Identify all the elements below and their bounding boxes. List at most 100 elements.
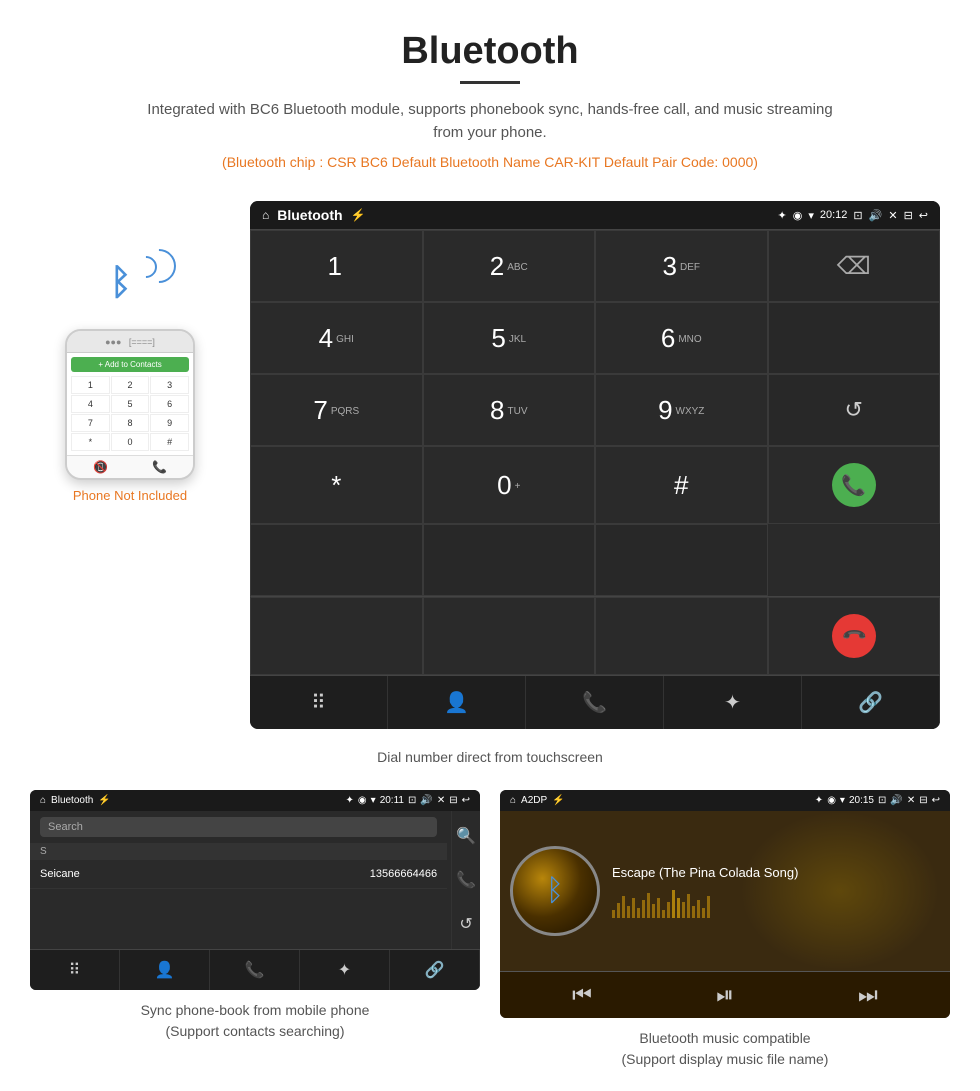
music-play-btn[interactable]: ⏯ <box>716 982 734 1008</box>
close-icon: ✕ <box>888 209 897 222</box>
home-icon: ⌂ <box>262 208 269 222</box>
music-info: Escape (The Pina Colada Song) <box>612 865 940 918</box>
music-caption-line2: (Support display music file name) <box>622 1051 829 1067</box>
bt-status-icon: ✦ <box>778 209 787 222</box>
dial-key-5[interactable]: 5JKL <box>423 302 596 374</box>
bar13 <box>672 890 675 918</box>
dial-key-6[interactable]: 6MNO <box>595 302 768 374</box>
pb-refresh-side-icon[interactable]: ↺ <box>459 914 472 934</box>
dialpad-screen: ⌂ Bluetooth ⚡ ✦ ◉ ▾ 20:12 ⊡ 🔊 ✕ ⊟ ↩ 1 <box>250 201 940 729</box>
dial-row5-empty1 <box>250 524 423 596</box>
phone-bottom-bar: 📵 📞 <box>67 455 193 478</box>
phone-add-contact: + Add to Contacts <box>71 357 189 372</box>
pb-search-side-icon[interactable]: 🔍 <box>456 826 476 846</box>
pb-bottom-bar: ⠿ 👤 📞 ✦ 🔗 <box>30 949 480 990</box>
location-icon: ◉ <box>793 209 803 222</box>
bt-connect-icon-btn[interactable]: ✦ <box>664 676 802 729</box>
pb-grid-icon[interactable]: ⠿ <box>30 950 120 990</box>
status-left: ⌂ Bluetooth ⚡ <box>262 207 366 223</box>
dial-key-2[interactable]: 2ABC <box>423 230 596 302</box>
phone-top-bar: ●●● [====] <box>67 331 193 353</box>
phone-call-icon: 📞 <box>152 460 167 474</box>
music-cam-icon: ⊡ <box>878 795 886 806</box>
phone-key-8: 8 <box>111 414 150 432</box>
dial-key-1[interactable]: 1 <box>250 230 423 302</box>
phone-key-1: 1 <box>71 376 110 394</box>
pb-vol-icon: 🔊 <box>420 795 432 806</box>
signal-arc-2 <box>135 242 183 290</box>
main-section: ᛒ ●●● [====] + Add to Contacts 1 2 3 4 5… <box>0 191 980 739</box>
pb-call-side-icon[interactable]: 📞 <box>456 870 476 890</box>
bar8 <box>647 893 650 918</box>
call-end-row: 📞 <box>250 596 940 675</box>
music-back-icon: ↩ <box>932 795 940 806</box>
dial-key-3[interactable]: 3DEF <box>595 230 768 302</box>
music-bt-icon: ✦ <box>815 795 823 806</box>
pb-window-icon: ⊟ <box>449 795 457 806</box>
pb-main-area: Search S Seicane 13566664466 🔍 📞 ↺ <box>30 811 480 949</box>
dial-key-empty-2 <box>768 302 941 374</box>
dial-key-star[interactable]: * <box>250 446 423 524</box>
pb-title: Bluetooth <box>51 795 93 806</box>
bar4 <box>627 906 630 918</box>
bar5 <box>632 898 635 918</box>
pb-phone-icon[interactable]: 📞 <box>210 950 300 990</box>
header-description: Integrated with BC6 Bluetooth module, su… <box>140 99 840 144</box>
call-green-button[interactable]: 📞 <box>832 463 876 507</box>
pb-status-right: ✦ ◉ ▾ 20:11 ⊡ 🔊 ✕ ⊟ ↩ <box>346 795 470 806</box>
dial-key-4[interactable]: 4GHI <box>250 302 423 374</box>
music-usb-icon: ⚡ <box>552 795 564 806</box>
bar15 <box>682 902 685 918</box>
phone-end-icon: 📵 <box>93 460 108 474</box>
dialpad-icon-btn[interactable]: ⠿ <box>250 676 388 729</box>
music-prev-btn[interactable]: ⏮ <box>572 982 592 1008</box>
pb-contact-row-seicane[interactable]: Seicane 13566664466 <box>30 860 447 889</box>
dial-key-0[interactable]: 0+ <box>423 446 596 524</box>
bar11 <box>662 910 665 918</box>
hang-up-button[interactable]: 📞 <box>823 605 885 667</box>
calls-icon-btn[interactable]: 📞 <box>526 676 664 729</box>
bar16 <box>687 894 690 918</box>
phone-screen: + Add to Contacts 1 2 3 4 5 6 7 8 9 * 0 … <box>67 353 193 455</box>
music-location-icon: ◉ <box>827 795 836 806</box>
pb-search-field[interactable]: Search <box>40 817 437 837</box>
tech-info: (Bluetooth chip : CSR BC6 Default Blueto… <box>140 152 840 173</box>
end-row-empty1 <box>250 597 423 675</box>
back-icon: ↩ <box>919 209 928 222</box>
music-album-art: ᛒ <box>510 846 600 936</box>
music-next-btn[interactable]: ⏭ <box>858 982 878 1008</box>
dial-key-9[interactable]: 9WXYZ <box>595 374 768 446</box>
pb-caption-line2: (Support contacts searching) <box>166 1023 345 1039</box>
dial-key-8[interactable]: 8TUV <box>423 374 596 446</box>
screen-bluetooth-title: Bluetooth <box>277 207 342 223</box>
pb-cam-icon: ⊡ <box>408 795 416 806</box>
pb-bt-bottom-icon[interactable]: ✦ <box>300 950 390 990</box>
dial-row5-empty2 <box>423 524 596 596</box>
phone-key-6: 6 <box>150 395 189 413</box>
pb-link-icon[interactable]: 🔗 <box>390 950 480 990</box>
dial-key-7[interactable]: 7PQRS <box>250 374 423 446</box>
dial-key-hash[interactable]: # <box>595 446 768 524</box>
phone-key-9: 9 <box>150 414 189 432</box>
pb-time: 20:11 <box>380 795 404 806</box>
dial-key-hangup[interactable]: 📞 <box>768 597 941 675</box>
link-icon-btn[interactable]: 🔗 <box>802 676 940 729</box>
bar10 <box>657 898 660 918</box>
end-row-empty3 <box>595 597 768 675</box>
contacts-icon-btn[interactable]: 👤 <box>388 676 526 729</box>
dial-key-backspace[interactable]: ⌫ <box>768 230 941 302</box>
music-home-icon: ⌂ <box>510 795 516 806</box>
music-song-title: Escape (The Pina Colada Song) <box>612 865 940 880</box>
header-divider <box>460 81 520 84</box>
pb-status-left: ⌂ Bluetooth ⚡ <box>40 795 111 806</box>
pb-contacts-icon[interactable]: 👤 <box>120 950 210 990</box>
pb-contact-col: Search S Seicane 13566664466 <box>30 811 447 949</box>
music-item: ⌂ A2DP ⚡ ✦ ◉ ▾ 20:15 ⊡ 🔊 ✕ ⊟ ↩ <box>500 790 950 1070</box>
dial-caption: Dial number direct from touchscreen <box>0 739 980 780</box>
page-title: Bluetooth <box>20 30 960 73</box>
dial-key-refresh[interactable]: ↺ <box>768 374 941 446</box>
phone-key-5: 5 <box>111 395 150 413</box>
bar7 <box>642 900 645 918</box>
dial-key-call-green[interactable]: 📞 <box>768 446 941 524</box>
music-status-right: ✦ ◉ ▾ 20:15 ⊡ 🔊 ✕ ⊟ ↩ <box>815 795 940 806</box>
